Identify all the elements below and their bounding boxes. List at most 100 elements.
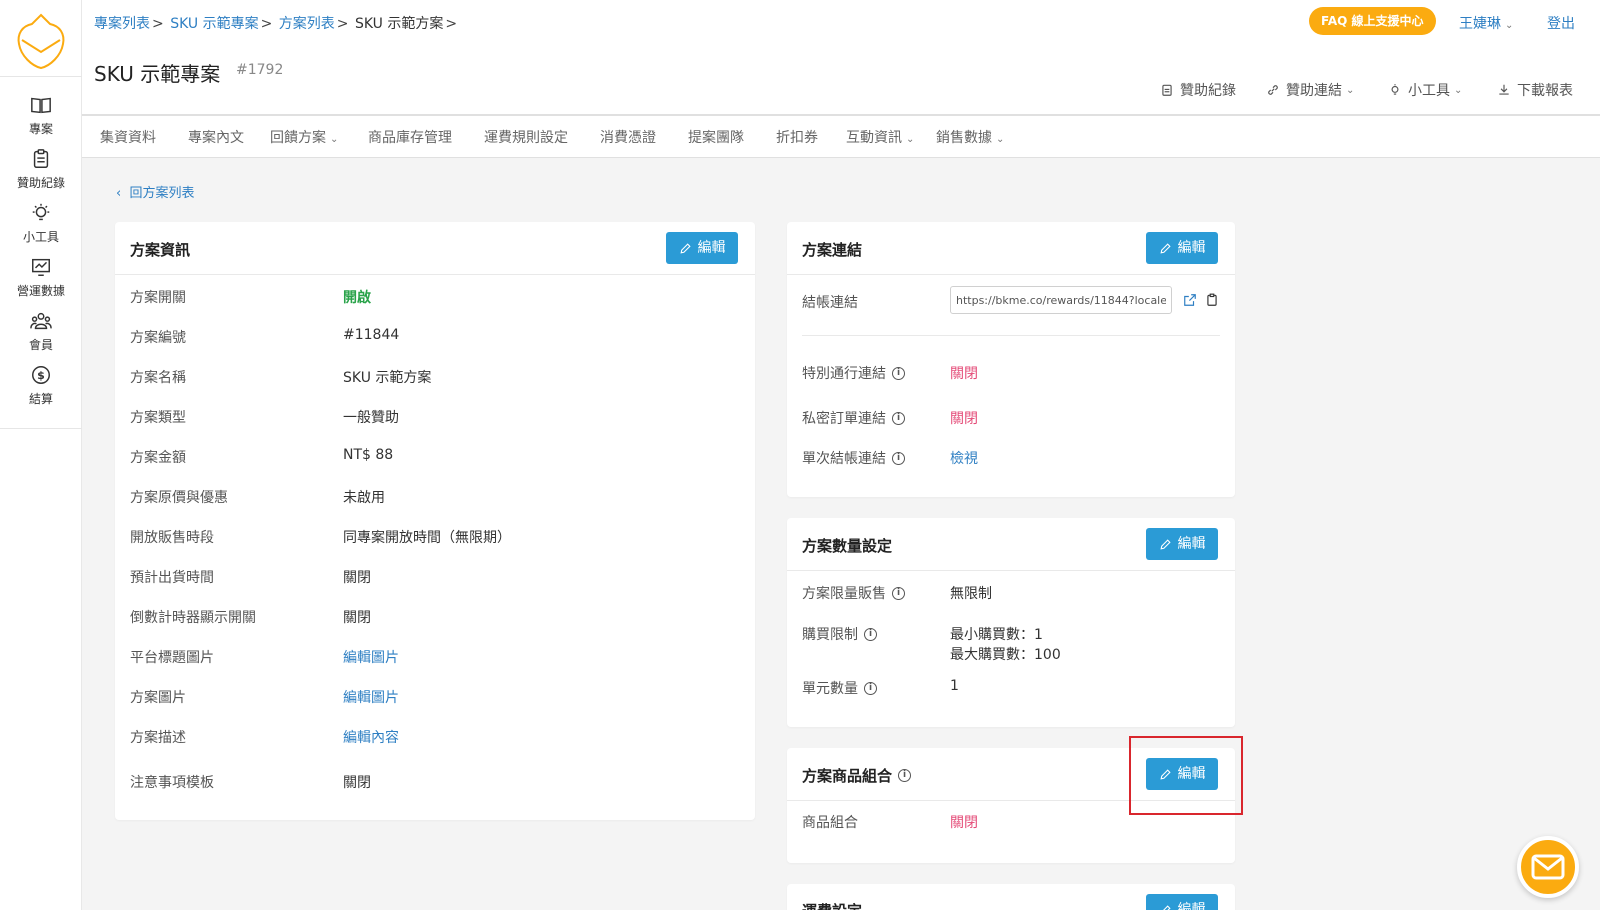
breadcrumb: 專案列表 > SKU 示範專案 > 方案列表 > SKU 示範方案 > [94,16,458,32]
info-icon[interactable]: i [864,627,877,641]
chevron-down-icon: ⌄ [330,134,339,145]
row-label: 方案金額 [130,450,186,466]
breadcrumb-project-list[interactable]: 專案列表 [94,16,150,32]
row-value: 同專案開放時間（無限期） [343,530,511,546]
row-label: 平台標題圖片 [130,650,214,666]
sidebar-item-settlement[interactable]: $ 結算 [0,362,82,414]
row-label: 方案名稱 [130,370,186,386]
sidebar-item-label: 專案 [28,122,53,136]
row-value: 關閉 [343,610,371,626]
download-report-button[interactable]: 下載報表 [1497,80,1573,100]
tab-team[interactable]: 提案團隊 [688,127,744,147]
sidebar-item-analytics[interactable]: 營運數據 [0,254,82,306]
edit-shipping-button[interactable]: 編輯 [1146,894,1218,910]
info-icon[interactable]: i [892,586,905,600]
pencil-icon [1159,538,1171,550]
chevron-down-icon: ⌄ [906,134,915,145]
row-label: 預計出貨時間 [130,570,214,586]
edit-link[interactable]: 編輯圖片 [343,687,399,707]
edit-plan-info-button[interactable]: 編輯 [666,232,738,264]
clipboard-icon [1162,84,1172,96]
tab-funding-info[interactable]: 集資資料 [100,127,156,147]
user-menu[interactable]: 王婕琳 ⌄ [1459,13,1513,33]
info-icon[interactable]: i [864,681,877,695]
status-value: 關閉 [950,411,978,427]
logo-icon[interactable] [16,12,66,70]
chevron-down-icon: ⌄ [996,134,1005,145]
back-to-plan-list[interactable]: ‹ 回方案列表 [116,182,194,201]
widgets-menu[interactable]: 小工具 ⌄ [1388,80,1462,100]
row-value: SKU 示範方案 [343,370,432,386]
sponsor-records-button[interactable]: 贊助紀錄 [1160,80,1236,100]
tab-coupons[interactable]: 折扣券 [776,127,818,147]
sidebar: 專案 贊助紀錄 小工具 營運數據 會員 $ 結算 [0,0,82,910]
copy-icon[interactable] [1205,293,1219,307]
breadcrumb-project[interactable]: SKU 示範專案 [170,16,258,32]
project-id: #1792 [236,62,284,78]
sidebar-item-members[interactable]: 會員 [0,308,82,360]
sidebar-item-label: 結算 [28,392,53,406]
tab-receipts[interactable]: 消費憑證 [600,127,656,147]
sidebar-item-label: 會員 [28,338,53,352]
tab-inventory[interactable]: 商品庫存管理 [368,127,452,147]
row-value: 無限制 [950,586,992,602]
info-icon[interactable]: i [892,366,905,380]
row-value: #11844 [343,327,400,343]
status-value: 關閉 [950,366,978,382]
row-label: 結帳連結 [802,295,858,311]
edit-link[interactable]: 編輯圖片 [343,647,399,667]
breadcrumb-current: SKU 示範方案 [354,16,444,32]
tab-sales-data[interactable]: 銷售數據 ⌄ [936,127,1004,147]
row-label: 單元數量 i [802,678,877,698]
pencil-icon [1162,904,1171,910]
chevron-down-icon: ⌄ [1346,84,1355,96]
tab-shipping-rules[interactable]: 運費規則設定 [484,127,568,147]
row-value: 1 [950,678,959,694]
card-title: 方案連結 [802,241,863,259]
edit-link[interactable]: 編輯內容 [343,727,399,747]
info-icon[interactable]: i [892,451,905,465]
tab-reward-plans[interactable]: 回饋方案 ⌄ [270,127,338,147]
logout-link[interactable]: 登出 [1547,13,1575,33]
edit-quantity-button[interactable]: 編輯 [1146,528,1218,560]
header: 專案列表 > SKU 示範專案 > 方案列表 > SKU 示範方案 > FAQ 線上支援… [82,0,1600,116]
row-label: 單次結帳連結 i [802,448,905,468]
info-icon[interactable]: i [898,769,912,782]
edit-plan-links-button[interactable]: 編輯 [1146,232,1218,264]
row-label: 方案圖片 [130,690,186,706]
row-label: 方案開關 [130,290,186,306]
tab-project-content[interactable]: 專案內文 [188,127,244,147]
quantity-card: 方案數量設定 編輯 方案限量販售 i 無限制 購買限制 i 最小購買數：1 最大購買… [787,518,1235,727]
dollar-icon: $ [32,366,50,384]
info-icon[interactable]: i [892,411,905,425]
sidebar-item-label: 營運數據 [16,284,65,298]
faq-button[interactable]: FAQ 線上支援中心 [1309,7,1436,35]
chat-button[interactable] [1517,836,1579,898]
checkout-url-input[interactable] [950,286,1172,314]
sidebar-item-widgets[interactable]: 小工具 [0,200,82,252]
row-label: 特別通行連結 i [802,363,905,383]
page-title: SKU 示範專案 [94,62,221,86]
row-value: 開啟 [343,290,371,306]
book-icon [31,97,51,114]
sidebar-item-project[interactable]: 專案 [0,92,82,144]
tab-interactions[interactable]: 互動資訊 ⌄ [846,127,914,147]
sidebar-item-label: 小工具 [22,230,59,244]
row-label: 方案類型 [130,410,186,426]
card-title: 方案商品組合 i [802,765,912,786]
clipboard-icon [33,149,49,168]
view-link[interactable]: 檢視 [950,448,978,468]
download-icon [1499,84,1509,95]
chevron-left-icon: ‹ [116,186,130,201]
highlight-box [1129,736,1243,815]
breadcrumb-plan-list[interactable]: 方案列表 [279,16,335,32]
sidebar-item-sponsor-records[interactable]: 贊助紀錄 [0,146,82,198]
svg-text:$: $ [37,369,45,382]
pencil-icon [679,242,691,254]
card-title: 方案資訊 [130,241,191,259]
row-value: 最小購買數：1 [950,627,1043,643]
sponsor-links-menu[interactable]: 贊助連結 ⌄ [1266,80,1354,100]
row-value: 關閉 [343,775,371,791]
external-link-icon[interactable] [1183,293,1197,307]
row-value: 一般贊助 [343,410,399,426]
